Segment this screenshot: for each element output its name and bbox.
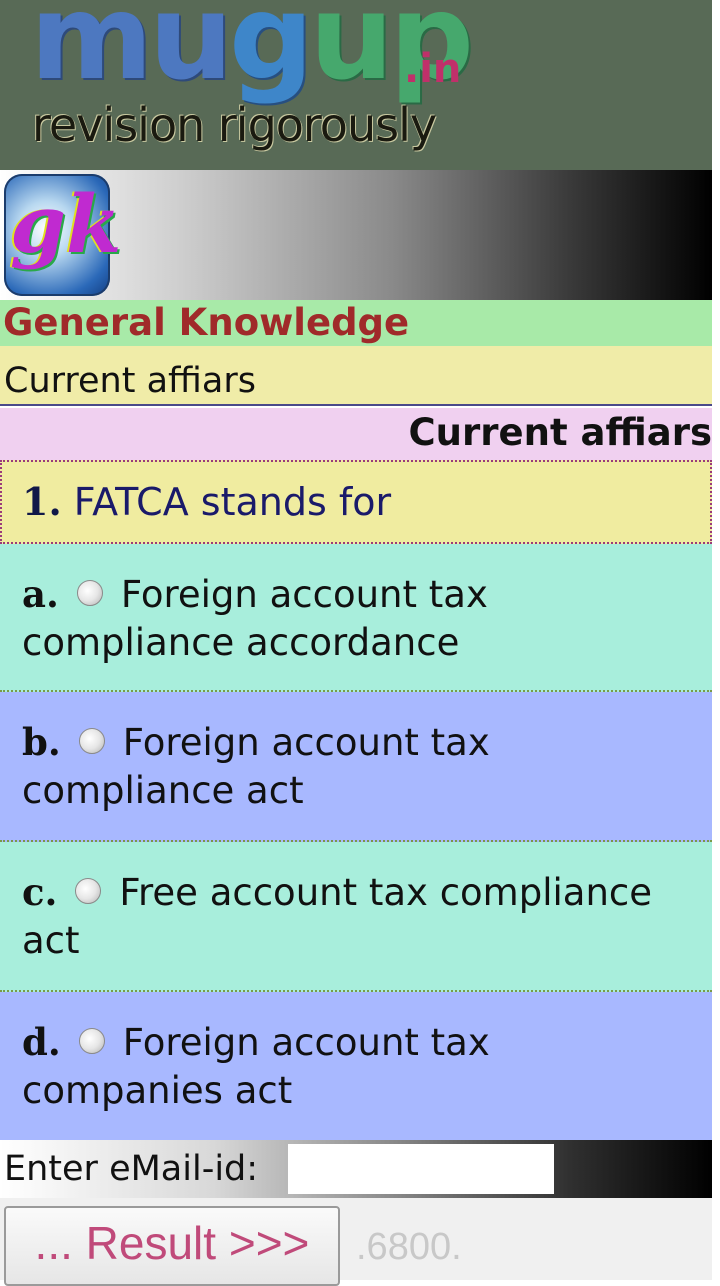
- option-d[interactable]: d. Foreign account tax companies act: [0, 992, 712, 1140]
- result-button[interactable]: ... Result >>>: [4, 1206, 340, 1286]
- option-d-radio[interactable]: [78, 1027, 105, 1054]
- option-letter: b.: [22, 720, 61, 764]
- gk-icon-text: gk: [10, 177, 122, 271]
- option-letter: a.: [22, 572, 59, 616]
- email-label: Enter eMail-id:: [4, 1149, 259, 1189]
- option-a-radio[interactable]: [76, 579, 103, 606]
- app-frame: mugup .in revision rigorously gk General…: [0, 0, 712, 1286]
- tagline: revision rigorously: [32, 98, 437, 152]
- option-c-radio[interactable]: [75, 877, 102, 904]
- email-input[interactable]: [288, 1144, 554, 1194]
- option-a[interactable]: a. Foreign account tax compliance accorda…: [0, 544, 712, 692]
- question-number: 1.: [22, 479, 62, 524]
- section-title: Current affiars: [0, 408, 712, 460]
- gk-icon[interactable]: gk: [4, 174, 121, 296]
- option-b-radio[interactable]: [78, 727, 105, 754]
- subcategory-link[interactable]: Current affiars: [0, 346, 712, 406]
- scroll-edge: [712, 0, 720, 1280]
- logo-domain: .in: [404, 46, 462, 92]
- option-c[interactable]: c. Free account tax compliance act: [0, 842, 712, 992]
- question-text: FATCA stands for: [73, 480, 392, 524]
- category-title: General Knowledge: [0, 300, 712, 346]
- email-row: Enter eMail-id:: [0, 1140, 712, 1198]
- option-b[interactable]: b. Foreign account tax compliance act: [0, 692, 712, 842]
- option-text: Free account tax compliance act: [22, 871, 653, 962]
- question: 1. FATCA stands for: [0, 460, 712, 544]
- visit-counter: .6800.: [356, 1226, 462, 1268]
- option-letter: d.: [22, 1020, 61, 1064]
- option-letter: c.: [22, 870, 58, 914]
- header-banner: mugup .in revision rigorously: [0, 0, 712, 170]
